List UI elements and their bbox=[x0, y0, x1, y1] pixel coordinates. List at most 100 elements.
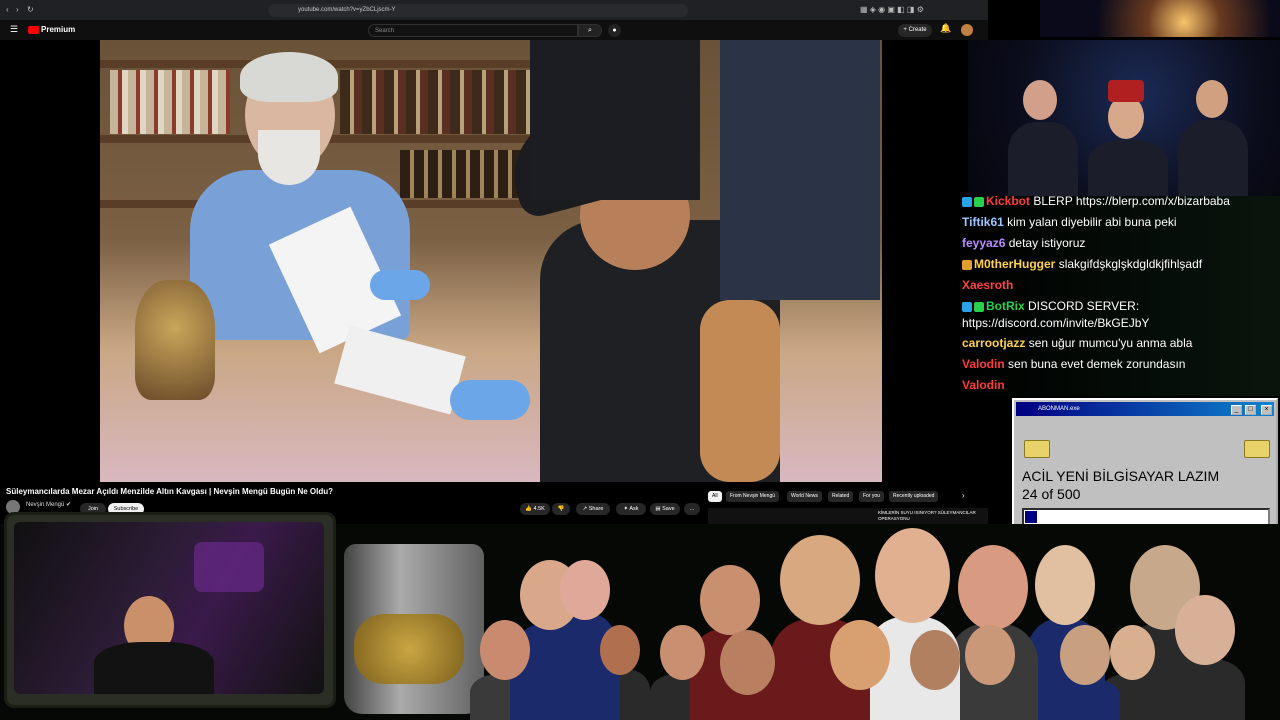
video-frame bbox=[100, 40, 882, 482]
extensions-icon[interactable]: ▦ ◈ ◉ ▣ ◧ ◨ ⚙ bbox=[860, 0, 924, 20]
collage-face bbox=[910, 630, 960, 690]
collage-face bbox=[600, 625, 640, 675]
collage-face bbox=[720, 630, 775, 695]
chat-message: carrootjazz sen uğur mumcu'yu anma abla bbox=[962, 336, 1192, 350]
chat-message: Tiftik61 kim yalan diyebilir abi buna pe… bbox=[962, 215, 1177, 229]
collage-face bbox=[1175, 595, 1235, 665]
chat-message: Valodin bbox=[962, 378, 1005, 392]
save-label: Save bbox=[662, 506, 675, 512]
collage-face bbox=[700, 565, 760, 635]
minimize-icon[interactable]: _ bbox=[1231, 405, 1242, 415]
collage-face bbox=[830, 620, 890, 690]
chip-for-you[interactable]: For you bbox=[859, 491, 884, 502]
collage-face bbox=[480, 620, 530, 680]
chat-username[interactable]: Tiftik61 bbox=[962, 215, 1004, 229]
like-button[interactable]: 👍 4.5K bbox=[520, 503, 550, 515]
more-actions-button[interactable]: ... bbox=[684, 503, 700, 515]
chat-text: kim yalan diyebilir abi buna peki bbox=[1007, 215, 1177, 229]
chat-message: feyyaz6 detay istiyoruz bbox=[962, 236, 1085, 250]
share-label: Share bbox=[588, 506, 604, 512]
collage-face bbox=[965, 625, 1015, 685]
address-bar[interactable]: youtube.com/watch?v=yZbCLjscm-Y bbox=[268, 4, 688, 17]
chat-message: M0therHugger slakgifdşkglşkdgldkjfihlşad… bbox=[962, 257, 1202, 271]
chip-recently-uploaded[interactable]: Recently uploaded bbox=[889, 491, 939, 502]
ask-label: Ask bbox=[629, 506, 639, 512]
close-icon[interactable]: × bbox=[1261, 405, 1272, 415]
next-video-thumbnail[interactable]: KİMLERİN SUYU ISINIYOR? SÜLEYMANCILAR OP… bbox=[708, 508, 988, 524]
chip-related[interactable]: Related bbox=[828, 491, 854, 502]
search-placeholder: Search bbox=[375, 28, 395, 34]
video-title: Süleymancılarda Mezar Açıldı Menzilde Al… bbox=[6, 487, 334, 496]
collage-face bbox=[958, 545, 1028, 630]
search-input[interactable]: Search bbox=[368, 24, 578, 37]
browser-toolbar: ‹ › ↻ youtube.com/watch?v=yZbCLjscm-Y ▦ … bbox=[0, 0, 988, 20]
chat-username[interactable]: BotRix bbox=[986, 299, 1025, 313]
save-button[interactable]: ▤ Save bbox=[650, 503, 680, 515]
share-button[interactable]: ↗ Share bbox=[576, 503, 610, 515]
save-icon: ▤ bbox=[655, 506, 661, 512]
chat-text: sen uğur mumcu'yu anma abla bbox=[1028, 336, 1193, 350]
collage-face bbox=[1110, 625, 1155, 680]
collage-face bbox=[560, 560, 610, 620]
youtube-logo[interactable]: Premium bbox=[28, 24, 75, 36]
chat-username[interactable]: feyyaz6 bbox=[962, 236, 1005, 250]
menu-icon[interactable]: ☰ bbox=[10, 24, 18, 35]
dislike-button[interactable]: 👎 bbox=[552, 503, 570, 515]
avatar[interactable] bbox=[961, 24, 973, 36]
voice-search-button[interactable]: ● bbox=[608, 24, 621, 37]
chat-message: Valodin sen buna evet demek zorundasın bbox=[962, 357, 1185, 371]
collage-face bbox=[875, 528, 950, 623]
green-badge-icon bbox=[974, 196, 984, 207]
channel-name-text: Nevşin Mengü bbox=[26, 502, 65, 508]
chat-username[interactable]: M0therHugger bbox=[974, 257, 1055, 271]
dislike-icon: 👎 bbox=[557, 506, 565, 512]
chat-message: BotRix DISCORD SERVER: bbox=[962, 299, 1139, 313]
chat-username[interactable]: Kickbot bbox=[986, 194, 1030, 208]
bell-icon[interactable]: 🔔 bbox=[940, 23, 951, 34]
overlay-image-top bbox=[1040, 0, 1280, 37]
chat-username[interactable]: Valodin bbox=[962, 378, 1005, 392]
back-icon[interactable]: ‹ bbox=[6, 0, 9, 20]
search-button[interactable]: ⌕ bbox=[578, 24, 602, 37]
chat-username[interactable]: carrootjazz bbox=[962, 336, 1025, 350]
chip-all[interactable]: All bbox=[708, 491, 722, 502]
goal-text: ACİL YENİ BİLGİSAYAR LAZIM bbox=[1022, 468, 1220, 484]
reload-icon[interactable]: ↻ bbox=[27, 0, 34, 20]
chat-text: https://discord.com/invite/BkGEJbY bbox=[962, 316, 1150, 330]
goal-count: 24 of 500 bbox=[1022, 486, 1081, 502]
more-label: ... bbox=[689, 506, 695, 512]
goal-progress-fill bbox=[1025, 511, 1037, 523]
next-video-title: KİMLERİN SUYU ISINIYOR? SÜLEYMANCILAR OP… bbox=[878, 510, 976, 521]
webcam-feed bbox=[14, 522, 324, 694]
folder-icon bbox=[1024, 440, 1050, 458]
collage-face bbox=[660, 625, 705, 680]
verified-icon: ✔ bbox=[66, 502, 72, 508]
maximize-icon[interactable]: □ bbox=[1245, 405, 1256, 415]
chip-from-channel[interactable]: From Nevşin Mengü bbox=[726, 491, 780, 502]
ask-button[interactable]: ✦ Ask bbox=[616, 503, 646, 515]
chat-text: BLERP https://blerp.com/x/bizarbaba bbox=[1033, 194, 1230, 208]
chat-text: detay istiyoruz bbox=[1008, 236, 1086, 250]
bot-badge-icon bbox=[962, 301, 972, 312]
like-count: 4.5K bbox=[533, 506, 545, 512]
url-text: youtube.com/watch?v=yZbCLjscm-Y bbox=[298, 7, 396, 13]
create-label: Create bbox=[908, 27, 927, 33]
collage-face bbox=[1060, 625, 1110, 685]
chat-username[interactable]: Xaesroth bbox=[962, 278, 1013, 292]
chevron-right-icon[interactable]: › bbox=[962, 491, 965, 500]
emoji-badge-icon bbox=[962, 259, 972, 270]
like-icon: 👍 bbox=[525, 506, 532, 512]
search-icon: ⌕ bbox=[588, 27, 592, 34]
chip-world-news[interactable]: World News bbox=[787, 491, 822, 502]
forward-icon[interactable]: › bbox=[16, 0, 19, 20]
chat-username[interactable]: Valodin bbox=[962, 357, 1005, 371]
chat-message: Kickbot BLERP https://blerp.com/x/bizarb… bbox=[962, 194, 1230, 208]
channel-name[interactable]: Nevşin Mengü ✔ bbox=[26, 501, 71, 508]
green-badge-icon bbox=[974, 301, 984, 312]
chat-message: https://discord.com/invite/BkGEJbY bbox=[962, 316, 1149, 330]
sparkle-icon: ✦ bbox=[623, 506, 629, 512]
folder-icon bbox=[1244, 440, 1270, 458]
overlay-image-meme bbox=[968, 40, 1280, 196]
create-button[interactable]: + Create bbox=[898, 24, 932, 37]
chat-text: slakgifdşkglşkdgldkjfihlşadf bbox=[1058, 257, 1203, 271]
